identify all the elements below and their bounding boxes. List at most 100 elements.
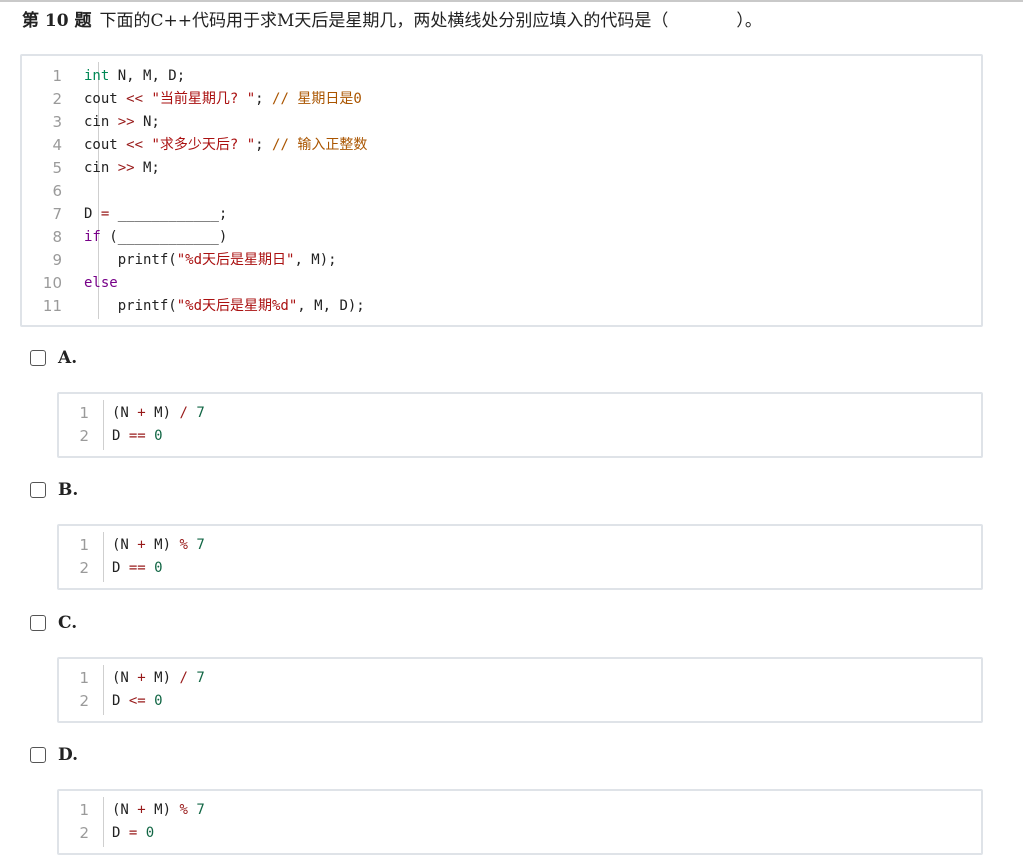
code-token: 7: [196, 405, 205, 421]
code-text: (N + M) / 7: [112, 402, 205, 425]
code-text: cin >> N;: [84, 111, 160, 134]
option-code-block: 1 (N + M) % 7 2 D == 0: [57, 524, 983, 590]
code-token: +: [137, 405, 146, 421]
code-token: "求多少天后? ": [151, 137, 256, 153]
question-number: 第 10 题: [22, 11, 92, 31]
option-code-block: 1 (N + M) % 7 2 D = 0: [57, 789, 983, 855]
code-line: 2 D == 0: [59, 557, 981, 580]
code-token: D: [112, 428, 129, 444]
code-lines: 1 (N + M) % 7 2 D == 0: [59, 534, 981, 580]
option-label: B.: [58, 480, 79, 500]
option-d[interactable]: D.: [30, 745, 78, 765]
code-token: , M);: [294, 252, 337, 268]
code-line: 1 int N, M, D;: [22, 65, 981, 88]
option-label: D.: [58, 745, 79, 765]
code-line: 11 printf("%d天后是星期%d", M, D);: [22, 295, 981, 318]
code-token: N, M, D;: [109, 68, 186, 84]
code-token: D: [112, 560, 129, 576]
code-token: (____________): [100, 229, 228, 245]
option-code-block: 1 (N + M) / 7 2 D == 0: [57, 392, 983, 458]
checkbox-empty-icon[interactable]: [30, 482, 46, 498]
code-text: (N + M) % 7: [112, 799, 205, 822]
line-number: 4: [52, 136, 62, 154]
code-token: cin: [84, 114, 118, 130]
code-token: 0: [154, 693, 163, 709]
code-line: 1 (N + M) % 7: [59, 534, 981, 557]
code-text: printf("%d天后是星期%d", M, D);: [84, 295, 365, 318]
code-line: 2 D = 0: [59, 822, 981, 845]
line-number: 3: [52, 113, 62, 131]
code-token: N;: [134, 114, 160, 130]
code-token: +: [137, 537, 146, 553]
code-token: "当前星期几? ": [151, 91, 256, 107]
code-token: M): [145, 537, 180, 553]
code-text: cin >> M;: [84, 157, 160, 180]
code-token: ==: [128, 560, 146, 576]
code-token: 0: [154, 428, 163, 444]
option-label: A.: [58, 348, 78, 368]
code-text: D = 0: [112, 822, 154, 845]
code-line: 2 D <= 0: [59, 690, 981, 713]
option-b[interactable]: B.: [30, 480, 78, 500]
code-text: cout << "求多少天后? "; // 输入正整数: [84, 134, 367, 157]
code-line: 1 (N + M) / 7: [59, 667, 981, 690]
code-token: >>: [117, 114, 135, 130]
question-text: 下面的C++代码用于求M天后是星期几，两处横线处分别应填入的代码是（ ）。: [99, 11, 762, 31]
code-text: cout << "当前星期几? "; // 星期日是0: [84, 88, 362, 111]
code-lines: 1 (N + M) % 7 2 D = 0: [59, 799, 981, 845]
code-token: 7: [196, 537, 205, 553]
line-number: 6: [52, 182, 62, 200]
code-line: 6: [22, 180, 981, 203]
code-token: cin: [84, 160, 118, 176]
code-line: 1 (N + M) / 7: [59, 402, 981, 425]
code-token: , M, D);: [297, 298, 365, 314]
code-token: (N: [112, 670, 138, 686]
code-text: D = ____________;: [84, 203, 227, 226]
line-number: 1: [52, 67, 62, 85]
code-token: %: [179, 802, 188, 818]
code-token: M): [145, 670, 180, 686]
code-token: (N: [112, 537, 138, 553]
checkbox-empty-icon[interactable]: [30, 350, 46, 366]
code-token: +: [137, 670, 146, 686]
code-token: 7: [196, 670, 205, 686]
code-token: ==: [128, 428, 146, 444]
code-text: if (____________): [84, 226, 227, 249]
code-token: >>: [117, 160, 135, 176]
code-token: // 输入正整数: [272, 137, 368, 153]
code-line: 2 cout << "当前星期几? "; // 星期日是0: [22, 88, 981, 111]
line-number: 1: [79, 536, 89, 554]
code-text: D == 0: [112, 425, 163, 448]
code-line: 5 cin >> M;: [22, 157, 981, 180]
checkbox-empty-icon[interactable]: [30, 615, 46, 631]
line-number: 1: [79, 404, 89, 422]
code-line: 9 printf("%d天后是星期日", M);: [22, 249, 981, 272]
code-lines: 1 (N + M) / 7 2 D <= 0: [59, 667, 981, 713]
code-token: (N: [112, 405, 138, 421]
code-line: 1 (N + M) % 7: [59, 799, 981, 822]
code-token: D: [112, 825, 129, 841]
code-token: %: [179, 537, 188, 553]
code-line: 2 D == 0: [59, 425, 981, 448]
code-line: 10 else: [22, 272, 981, 295]
code-token: ____________;: [109, 206, 228, 222]
checkbox-empty-icon[interactable]: [30, 747, 46, 763]
code-token: M;: [134, 160, 160, 176]
code-token: 7: [196, 802, 205, 818]
code-token: "%d天后是星期日": [176, 252, 295, 268]
main-code-block: 1 int N, M, D; 2 cout << "当前星期几? "; // 星期日是…: [20, 54, 983, 327]
code-token: <<: [126, 137, 144, 153]
code-token: // 星期日是0: [272, 91, 362, 107]
code-line: 8 if (____________): [22, 226, 981, 249]
option-code-block: 1 (N + M) / 7 2 D <= 0: [57, 657, 983, 723]
line-number: 7: [52, 205, 62, 223]
line-number: 10: [42, 274, 62, 292]
line-number: 2: [79, 427, 89, 445]
option-a[interactable]: A.: [30, 348, 77, 368]
code-token: printf(: [84, 298, 177, 314]
option-c[interactable]: C.: [30, 613, 77, 633]
code-line: 4 cout << "求多少天后? "; // 输入正整数: [22, 134, 981, 157]
code-token: +: [137, 802, 146, 818]
